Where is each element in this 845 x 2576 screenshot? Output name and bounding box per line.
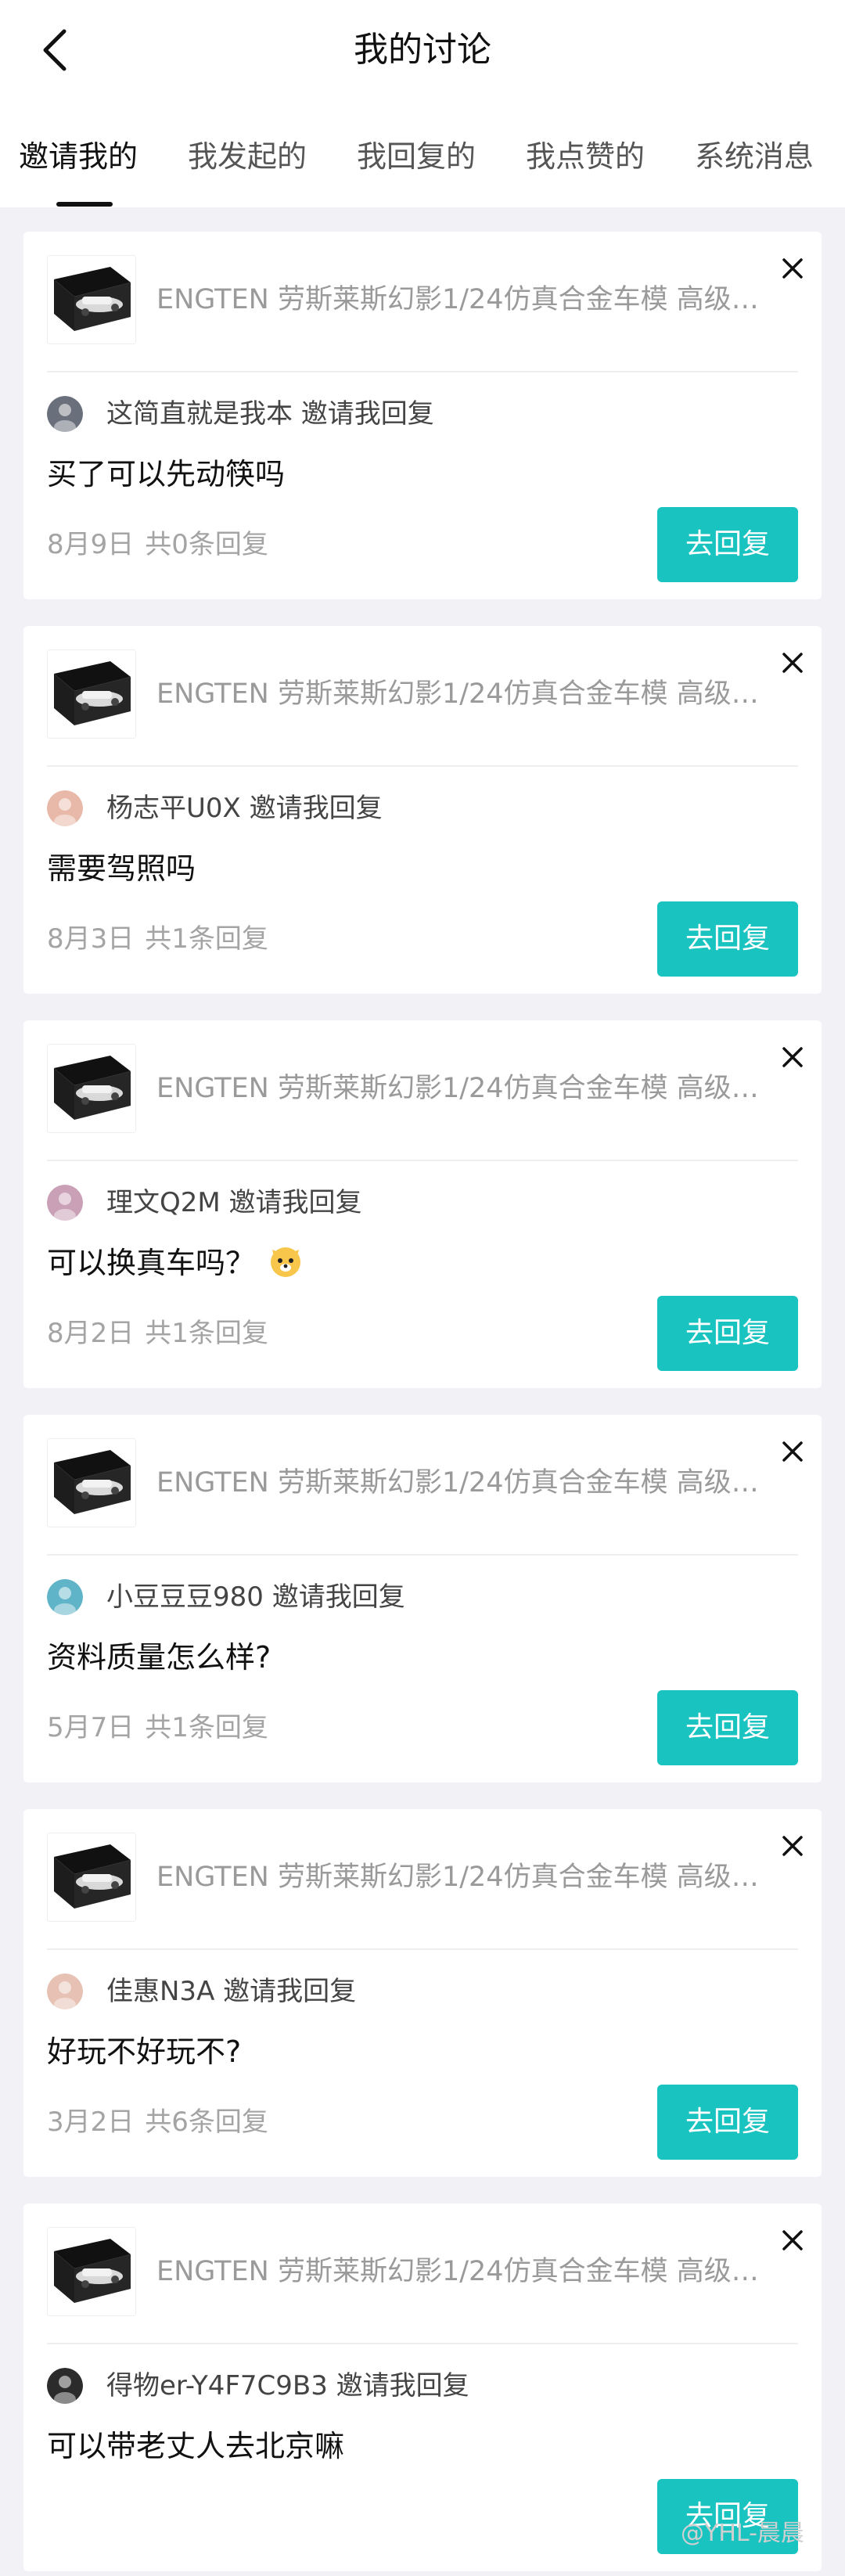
tab-liked[interactable]: 我点赞的 [526, 125, 645, 188]
product-thumbnail[interactable] [47, 2227, 136, 2316]
divider [47, 765, 798, 767]
reply-button[interactable]: 去回复 [657, 901, 798, 977]
tab-system-messages[interactable]: 系统消息 [695, 125, 814, 188]
question-text: 需要驾照吗 [47, 845, 196, 892]
close-button[interactable] [773, 1038, 812, 1077]
close-icon [782, 653, 803, 673]
discussion-card[interactable]: ENGTEN 劳斯莱斯幻影1/24仿真合金车模 高级礼品收藏 佳惠N3A 邀请我… [23, 1809, 822, 2177]
product-title[interactable]: ENGTEN 劳斯莱斯幻影1/24仿真合金车模 高级礼品收藏 [156, 1858, 759, 1897]
back-button[interactable] [31, 22, 78, 78]
close-icon [782, 1836, 803, 1856]
question-label: 好玩不好玩不? [47, 2035, 242, 2069]
date-text: 5月7日 [47, 1712, 135, 1743]
question-label: 可以换真车吗？ [47, 1246, 256, 1280]
date-text: 3月2日 [47, 2106, 135, 2138]
divider [47, 1554, 798, 1556]
inviter-text: 理文Q2M 邀请我回复 [106, 1187, 362, 1218]
product-thumbnail[interactable] [47, 1833, 136, 1922]
inviter-text: 杨志平U0X 邀请我回复 [106, 793, 383, 824]
divider [47, 2343, 798, 2344]
close-icon [782, 1047, 803, 1067]
page-title: 我的讨论 [354, 30, 491, 70]
inviter-text: 得物er-Y4F7C9B3 邀请我回复 [106, 2370, 469, 2402]
reply-count: 共1条回复 [145, 1712, 268, 1743]
meta-info: 8月9日 共0条回复 [47, 521, 268, 568]
active-tab-indicator [56, 202, 113, 207]
close-button[interactable] [773, 2221, 812, 2260]
meta-info [47, 2493, 58, 2540]
back-arrow-icon [43, 29, 67, 71]
product-thumbnail[interactable] [47, 255, 136, 344]
question-text: 好玩不好玩不? [47, 2028, 241, 2075]
product-thumbnail[interactable] [47, 649, 136, 739]
product-thumbnail[interactable] [47, 1044, 136, 1133]
tab-invited[interactable]: 邀请我的 [19, 125, 138, 188]
date-text: 8月3日 [47, 923, 135, 955]
discussion-card[interactable]: ENGTEN 劳斯莱斯幻影1/24仿真合金车模 高级礼品收藏 理文Q2M 邀请我… [23, 1020, 822, 1388]
date-text: 8月2日 [47, 1318, 135, 1349]
avatar[interactable] [47, 2368, 83, 2404]
reply-button[interactable]: 去回复 [657, 1296, 798, 1371]
tab-started[interactable]: 我发起的 [188, 125, 307, 188]
watermark: @YHL-晨晨 [681, 2520, 804, 2547]
question-label: 需要驾照吗 [47, 851, 196, 886]
discussion-card[interactable]: ENGTEN 劳斯莱斯幻影1/24仿真合金车模 高级礼品收藏 这简直就是我本 邀… [23, 232, 822, 599]
question-label: 资料质量怎么样? [47, 1640, 271, 1675]
tab-replied[interactable]: 我回复的 [357, 125, 476, 188]
meta-info: 8月2日 共1条回复 [47, 1310, 268, 1357]
reply-button[interactable]: 去回复 [657, 2085, 798, 2160]
close-icon [782, 258, 803, 279]
meta-info: 8月3日 共1条回复 [47, 916, 268, 962]
product-thumbnail[interactable] [47, 1438, 136, 1527]
discussion-card[interactable]: ENGTEN 劳斯莱斯幻影1/24仿真合金车模 高级礼品收藏 杨志平U0X 邀请… [23, 626, 822, 994]
product-title[interactable]: ENGTEN 劳斯莱斯幻影1/24仿真合金车模 高级礼品收藏 [156, 1463, 759, 1502]
date-text: 8月9日 [47, 529, 135, 560]
reply-count: 共1条回复 [145, 1318, 268, 1349]
close-icon [782, 1441, 803, 1462]
inviter-text: 小豆豆豆980 邀请我回复 [106, 1581, 405, 1613]
close-button[interactable] [773, 249, 812, 288]
meta-info: 3月2日 共6条回复 [47, 2099, 268, 2146]
question-label: 可以带老丈人去北京嘛 [47, 2429, 345, 2463]
top-bar: 我的讨论 邀请我的 我发起的 我回复的 我点赞的 系统消息 [0, 0, 845, 207]
question-text: 资料质量怎么样? [47, 1634, 271, 1681]
divider [47, 1948, 798, 1950]
reply-count: 共0条回复 [145, 529, 268, 560]
avatar[interactable] [47, 790, 83, 826]
avatar[interactable] [47, 1579, 83, 1615]
reply-button[interactable]: 去回复 [657, 1690, 798, 1765]
divider [47, 371, 798, 372]
avatar[interactable] [47, 1973, 83, 2009]
inviter-text: 佳惠N3A 邀请我回复 [106, 1976, 357, 2007]
discussion-card[interactable]: ENGTEN 劳斯莱斯幻影1/24仿真合金车模 高级礼品收藏 小豆豆豆980 邀… [23, 1415, 822, 1783]
close-icon [782, 2230, 803, 2250]
close-button[interactable] [773, 1826, 812, 1865]
divider [47, 1160, 798, 1161]
question-text: 可以换真车吗？ [47, 1239, 304, 1286]
dog-face-emoji-icon [271, 1247, 301, 1277]
product-title[interactable]: ENGTEN 劳斯莱斯幻影1/24仿真合金车模 高级礼品收藏 [156, 1069, 759, 1108]
question-label: 买了可以先动筷吗 [47, 457, 286, 491]
tab-bar: 邀请我的 我发起的 我回复的 我点赞的 系统消息 [0, 125, 845, 207]
question-text: 买了可以先动筷吗 [47, 451, 285, 498]
reply-button[interactable]: 去回复 [657, 507, 798, 582]
reply-count: 共6条回复 [145, 2106, 268, 2138]
meta-info: 5月7日 共1条回复 [47, 1704, 268, 1751]
discussion-card[interactable]: ENGTEN 劳斯莱斯幻影1/24仿真合金车模 高级礼品收藏 得物er-Y4F7… [23, 2204, 822, 2571]
product-title[interactable]: ENGTEN 劳斯莱斯幻影1/24仿真合金车模 高级礼品收藏 [156, 280, 759, 319]
close-button[interactable] [773, 1432, 812, 1471]
product-title[interactable]: ENGTEN 劳斯莱斯幻影1/24仿真合金车模 高级礼品收藏 [156, 675, 759, 714]
avatar[interactable] [47, 396, 83, 432]
close-button[interactable] [773, 643, 812, 682]
product-title[interactable]: ENGTEN 劳斯莱斯幻影1/24仿真合金车模 高级礼品收藏 [156, 2252, 759, 2291]
avatar[interactable] [47, 1185, 83, 1221]
question-text: 可以带老丈人去北京嘛 [47, 2423, 344, 2470]
reply-count: 共1条回复 [145, 923, 268, 955]
inviter-text: 这简直就是我本 邀请我回复 [106, 398, 434, 430]
